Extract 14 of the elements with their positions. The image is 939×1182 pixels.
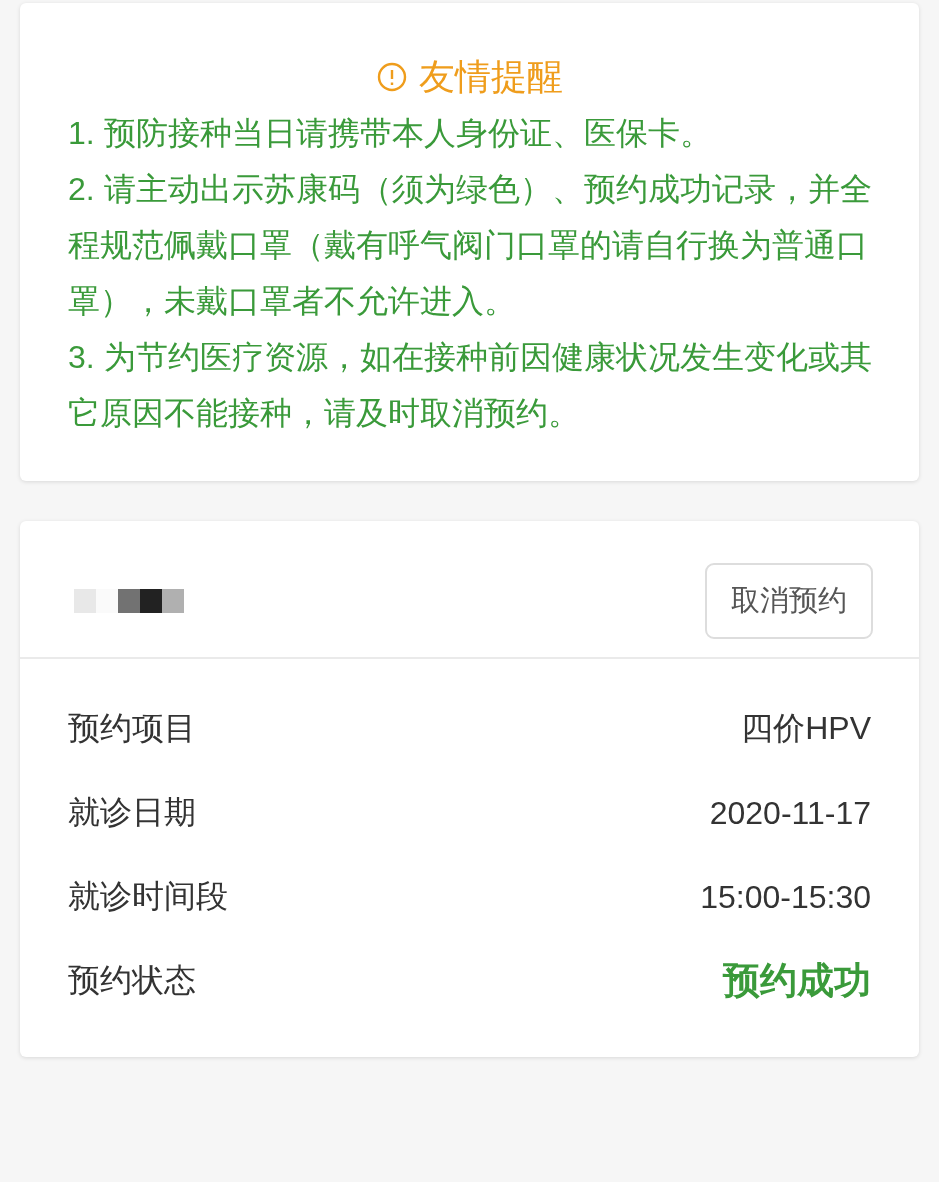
- detail-label: 预约状态: [68, 961, 196, 1000]
- detail-value: 2020-11-17: [709, 794, 871, 832]
- notice-text: 3. 为节约医疗资源，如在接种前因健康状况发生变化或其它原因不能接种，请及时取消预约。: [68, 338, 873, 433]
- detail-label: 预约项目: [68, 709, 196, 748]
- notice-text: 2. 请主动出示苏康码（须为绿色）、预约成功记录，并全程规范佩戴口罩（戴有呼气阀门口罩的请自行换为普通口罩），未戴口罩者不允许进入。: [68, 170, 873, 321]
- notice-title: 友情提醒: [418, 55, 563, 99]
- detail-label: 就诊日期: [68, 793, 196, 832]
- cancel-button[interactable]: 取消预约: [705, 563, 873, 639]
- detail-label: 就诊时间段: [68, 877, 228, 916]
- detail-value: 15:00-15:30: [700, 878, 871, 916]
- warning-icon: [376, 62, 407, 92]
- detail-value: 四价HPV: [741, 709, 871, 748]
- status-text: 预约成功: [723, 959, 871, 1003]
- notice-text: 1. 预防接种当日请携带本人身份证、医保卡。: [68, 114, 713, 153]
